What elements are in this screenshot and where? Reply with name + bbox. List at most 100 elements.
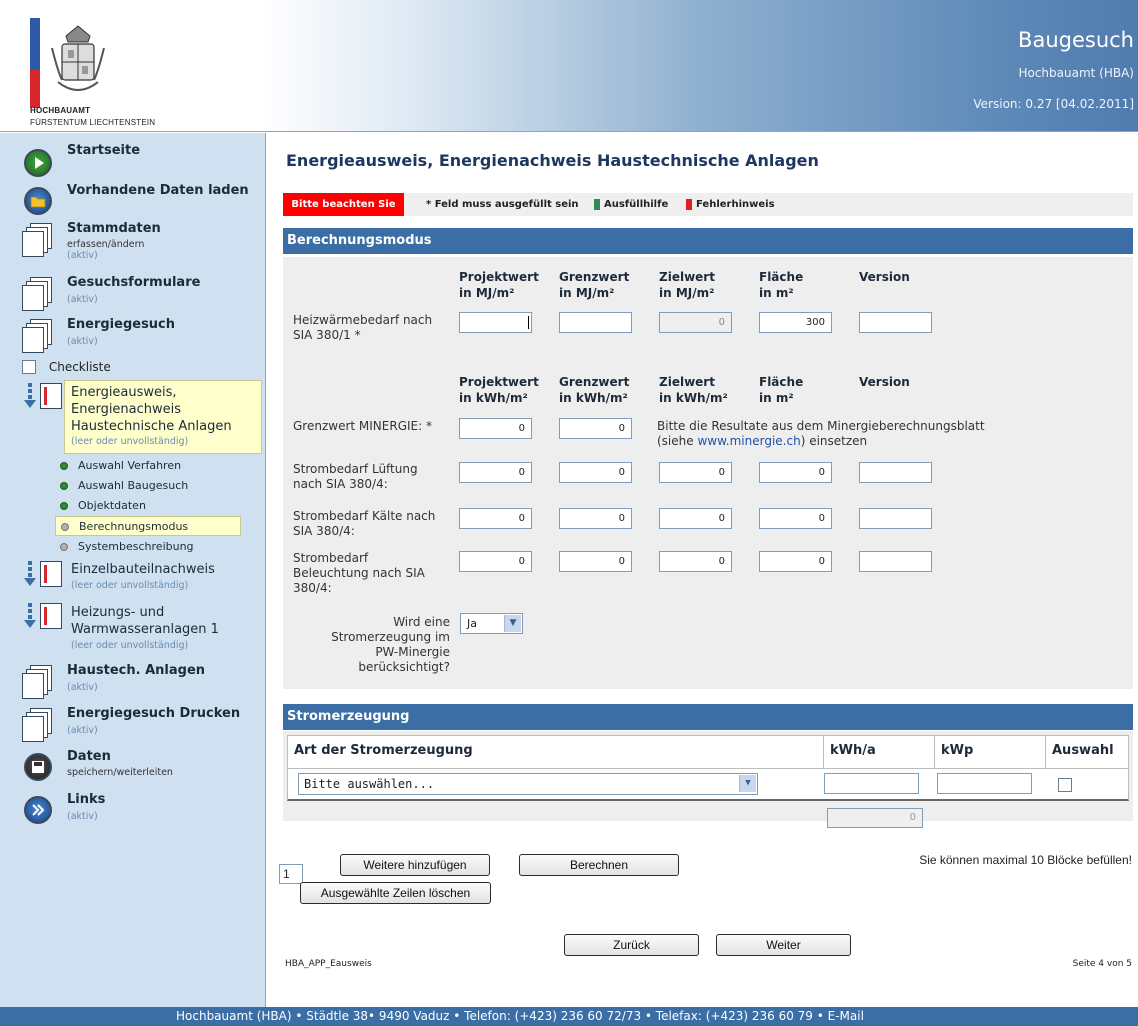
help-hint-label: Ausfüllhilfe — [604, 199, 669, 210]
sidebar-item-haustech-anlagen[interactable]: Haustech. Anlagen (aktiv) — [22, 663, 262, 699]
current-item-line2: Energienachweis — [71, 402, 182, 417]
logo-text-hochbauamt: HOCHBAUAMT — [30, 106, 91, 115]
sidebar-item-heizungs-warmwasser[interactable]: Heizungs- und Warmwasseranlagen 1 (leer … — [22, 603, 262, 653]
step-label: Auswahl Baugesuch — [78, 479, 189, 492]
sidebar-item-daten[interactable]: Daten speichern/weiterleiten — [22, 749, 262, 785]
back-button[interactable]: Zurück — [564, 934, 699, 956]
row-label-line1: Heizwärmebedarf nach — [293, 313, 433, 327]
hochbauamt-logo[interactable]: HOCHBAUAMT FÜRSTENTUM LIECHTENSTEIN — [26, 14, 266, 129]
sidebar-item-vorhandene-daten[interactable]: Vorhandene Daten laden — [22, 183, 262, 219]
footer-bar: Hochbauamt (HBA) • Städtle 38• 9490 Vadu… — [0, 1007, 1138, 1026]
step-objektdaten[interactable]: Objektdaten — [60, 499, 146, 512]
question-line3: PW-Minergie — [375, 645, 450, 659]
table-header-auswahl: Auswahl — [1052, 743, 1114, 758]
sidebar-item-energiegesuch-drucken[interactable]: Energiegesuch Drucken (aktiv) — [22, 706, 262, 742]
lueftung-zielwert-input[interactable]: 0 — [659, 462, 732, 483]
step-pending-dot — [61, 523, 69, 531]
sidebar-item-energiegesuch[interactable]: Energiegesuch (aktiv) — [22, 317, 262, 353]
lueftung-version-input[interactable] — [859, 462, 932, 483]
select-value: Bitte auswählen... — [304, 777, 435, 791]
sidebar-item-startseite[interactable]: Startseite — [22, 143, 262, 179]
column-header-line1: Grenzwert — [559, 375, 630, 389]
sidebar-item-label: Einzelbauteilnachweis — [71, 562, 215, 577]
kaelte-zielwert-input[interactable]: 0 — [659, 508, 732, 529]
sidebar-item-links[interactable]: Links (aktiv) — [22, 792, 262, 828]
minergie-link[interactable]: www.minergie.ch — [697, 434, 800, 448]
kaelte-projektwert-input[interactable]: 0 — [459, 508, 532, 529]
question-line2: Stromerzeugung im — [331, 630, 450, 644]
calculate-button[interactable]: Berechnen — [519, 854, 679, 876]
table-header-row: Art der Stromerzeugung kWh/a kWp Auswahl — [287, 735, 1129, 769]
sidebar-item-gesuchsformulare[interactable]: Gesuchsformulare (aktiv) — [22, 275, 262, 311]
lueftung-grenzwert-input[interactable]: 0 — [559, 462, 632, 483]
coat-of-arms-icon — [51, 25, 105, 91]
kaelte-grenzwert-input[interactable]: 0 — [559, 508, 632, 529]
save-disk-icon — [24, 753, 52, 781]
sidebar-item-status: (leer oder unvollständig) — [71, 580, 189, 591]
step-berechnungsmodus[interactable]: Berechnungsmodus — [55, 516, 241, 536]
forward-arrows-icon — [24, 796, 52, 824]
sidebar-nav: Startseite Vorhandene Daten laden Stammd… — [0, 133, 266, 1007]
sidebar-item-checkliste[interactable]: Checkliste — [22, 359, 111, 374]
beleuchtung-zielwert-input[interactable]: 0 — [659, 551, 732, 572]
step-systembeschreibung[interactable]: Systembeschreibung — [60, 540, 194, 553]
minergie-note-prefix: (siehe — [657, 434, 698, 448]
heizwaerme-flaeche-input[interactable]: 300 — [759, 312, 832, 333]
sidebar-item-label: Vorhandene Daten laden — [67, 183, 249, 198]
sidebar-item-energieausweis[interactable]: Energieausweis, Energienachweis Haustech… — [22, 383, 262, 453]
beleuchtung-flaeche-input[interactable]: 0 — [759, 551, 832, 572]
next-button[interactable]: Weiter — [716, 934, 851, 956]
beleuchtung-grenzwert-input[interactable]: 0 — [559, 551, 632, 572]
column-header-line1: Grenzwert — [559, 270, 630, 284]
heizwaerme-version-input[interactable] — [859, 312, 932, 333]
row-label-lueftung: Strombedarf Lüftung nach SIA 380/4: — [293, 462, 418, 492]
column-header-line2: in kWh/m² — [559, 391, 628, 405]
sidebar-item-label: Energiegesuch Drucken — [67, 706, 241, 721]
column-header-line2: in kWh/m² — [459, 391, 528, 405]
step-label: Berechnungsmodus — [79, 520, 189, 533]
section-header-stromerzeugung: Stromerzeugung — [283, 704, 1133, 730]
add-block-button[interactable]: Weitere hinzufügen — [340, 854, 490, 876]
row-label-line3: 380/4: — [293, 581, 332, 595]
kaelte-flaeche-input[interactable]: 0 — [759, 508, 832, 529]
lueftung-projektwert-input[interactable]: 0 — [459, 462, 532, 483]
lueftung-flaeche-input[interactable]: 0 — [759, 462, 832, 483]
minergie-grenzwert-input[interactable]: 0 — [559, 418, 632, 439]
minergie-projektwert-input[interactable]: 0 — [459, 418, 532, 439]
documents-icon — [22, 277, 56, 311]
stromerzeugung-select[interactable]: Ja ▼ — [460, 613, 523, 634]
table-header-kwp: kWp — [935, 736, 1046, 768]
heizwaerme-projektwert-input[interactable] — [459, 312, 532, 333]
kwp-input[interactable] — [937, 773, 1032, 794]
column-header-line1: Version — [859, 375, 910, 389]
sidebar-item-einzelbauteilnachweis[interactable]: Einzelbauteilnachweis (leer oder unvolls… — [22, 561, 262, 595]
step-down-arrow-icon — [24, 561, 36, 586]
heizwaerme-grenzwert-input[interactable] — [559, 312, 632, 333]
step-complete-dot — [60, 502, 68, 510]
beleuchtung-version-input[interactable] — [859, 551, 932, 572]
block-count-input[interactable]: 1 — [279, 864, 303, 884]
step-auswahl-baugesuch[interactable]: Auswahl Baugesuch — [60, 479, 188, 492]
checkliste-checkbox[interactable] — [22, 359, 36, 374]
header: HOCHBAUAMT FÜRSTENTUM LIECHTENSTEIN Baug… — [0, 0, 1138, 132]
documents-icon — [22, 665, 56, 699]
delete-selected-button[interactable]: Ausgewählte Zeilen löschen — [300, 882, 491, 904]
required-hint: * Feld muss ausgefüllt sein — [426, 199, 579, 210]
sidebar-item-sublabel: speichern/weiterleiten — [67, 767, 173, 778]
kwha-input[interactable] — [824, 773, 919, 794]
auswahl-checkbox[interactable] — [1058, 778, 1072, 792]
current-item-status: (leer oder unvollständig) — [71, 436, 189, 447]
art-stromerzeugung-select[interactable]: Bitte auswählen... ▼ — [298, 773, 758, 795]
column-header-line1: Version — [859, 270, 910, 284]
page-indicator: Seite 4 von 5 — [1072, 959, 1132, 969]
kaelte-version-input[interactable] — [859, 508, 932, 529]
sidebar-item-stammdaten[interactable]: Stammdaten erfassen/ändern (aktiv) — [22, 221, 262, 265]
version-info: Version: 0.27 [04.02.2011] — [973, 97, 1134, 111]
chevron-down-icon: ▼ — [504, 615, 521, 632]
step-auswahl-verfahren[interactable]: Auswahl Verfahren — [60, 459, 181, 472]
sidebar-item-status: (leer oder unvollständig) — [71, 640, 189, 651]
beleuchtung-projektwert-input[interactable]: 0 — [459, 551, 532, 572]
error-hint: Fehlerhinweis — [686, 193, 775, 216]
stromerzeugung-question: Wird eine Stromerzeugung im PW-Minergie … — [293, 615, 450, 675]
row-label-line1: Strombedarf Kälte nach — [293, 509, 436, 523]
